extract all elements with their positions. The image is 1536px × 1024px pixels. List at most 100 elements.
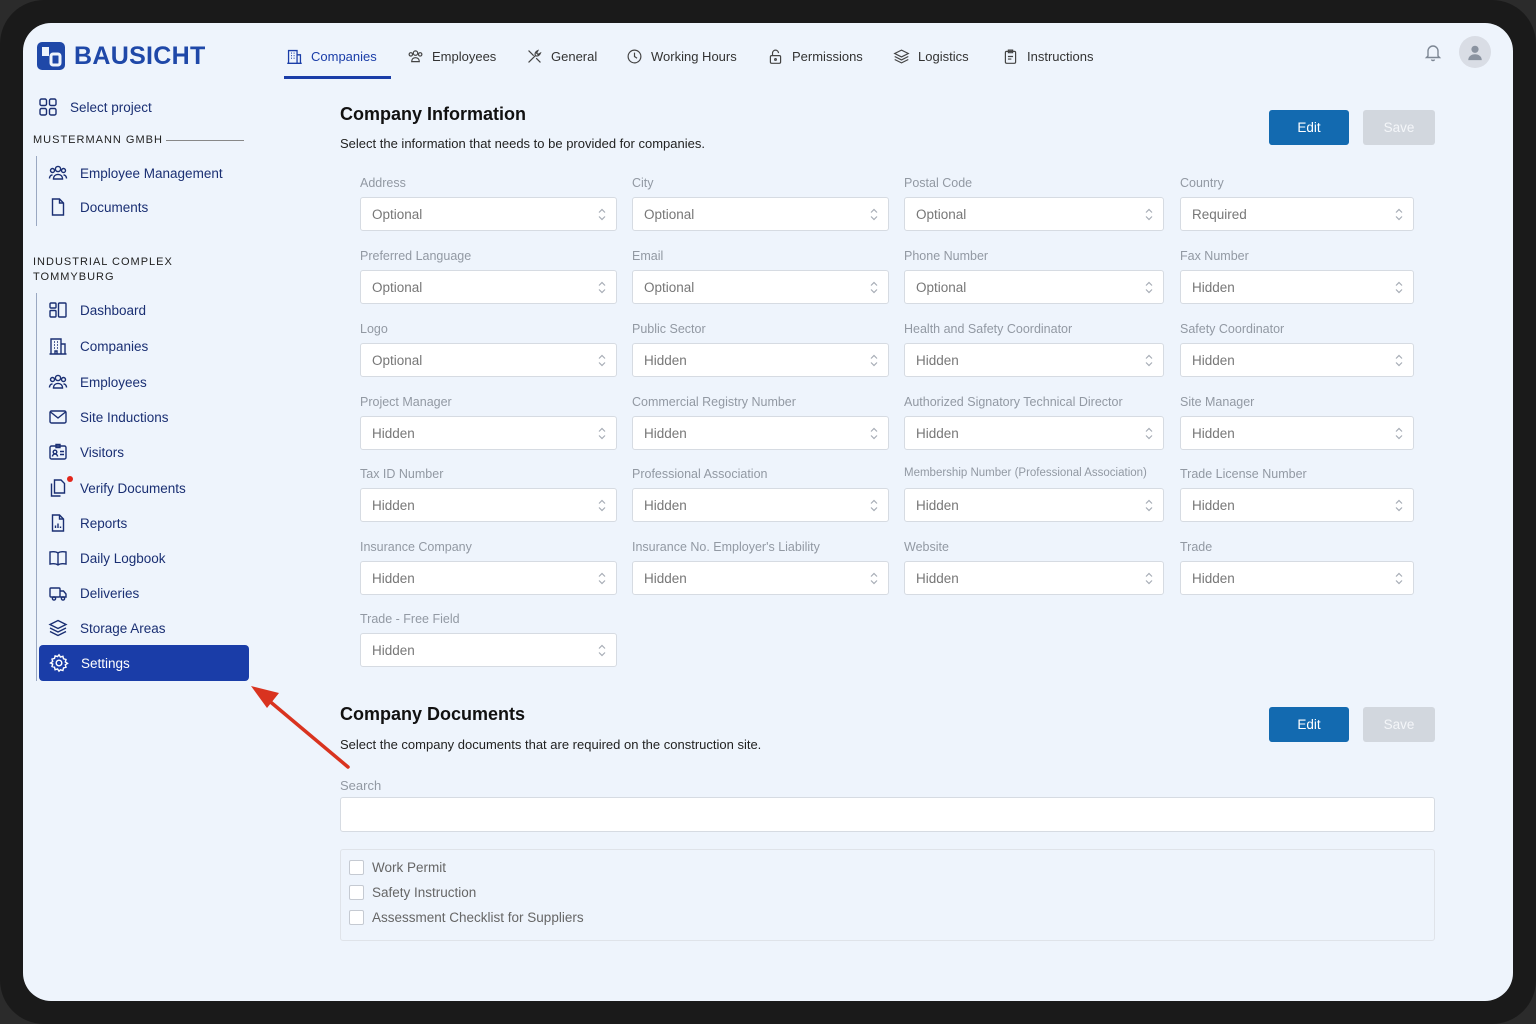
field-select-value: Optional [916, 206, 967, 222]
sidebar-item-documents[interactable]: Documents [48, 197, 148, 217]
tab-label: Permissions [792, 48, 863, 64]
chevron-up-down-icon [870, 281, 878, 294]
field-select[interactable]: Hidden [360, 633, 617, 667]
field-select-value: Hidden [372, 497, 415, 513]
company-info-description: Select the information that needs to be … [340, 136, 705, 151]
sidebar-item-settings[interactable]: Settings [39, 645, 249, 681]
sidebar-item-dashboard[interactable]: Dashboard [48, 300, 146, 320]
search-input[interactable] [340, 797, 1435, 832]
field-label: Trade - Free Field [360, 612, 460, 626]
tab-companies[interactable]: Companies [286, 45, 377, 67]
tab-working-hours[interactable]: Working Hours [626, 45, 737, 67]
checkbox[interactable] [349, 910, 364, 925]
section-label-project: INDUSTRIAL COMPLEX TOMMYBURG [33, 255, 173, 285]
sidebar-item-storage-areas[interactable]: Storage Areas [48, 618, 166, 638]
field-select[interactable]: Hidden [904, 561, 1164, 595]
tab-label: General [551, 48, 598, 64]
app-logo[interactable]: BAUSICHT [36, 41, 206, 71]
sidebar-item-employee-management[interactable]: Employee Management [48, 163, 223, 183]
notification-dot [67, 476, 73, 482]
field-select[interactable]: Hidden [632, 416, 889, 450]
company-docs-save-button[interactable]: Save [1363, 707, 1435, 742]
sidebar-item-label: Employee Management [80, 165, 223, 181]
field-select[interactable]: Hidden [1180, 343, 1414, 377]
field-select[interactable]: Hidden [1180, 416, 1414, 450]
field-select[interactable]: Hidden [360, 561, 617, 595]
bell-icon[interactable] [1423, 42, 1443, 62]
field-select[interactable]: Hidden [1180, 561, 1414, 595]
field-select[interactable]: Hidden [360, 416, 617, 450]
tab-permissions[interactable]: Permissions [767, 45, 863, 67]
field-select[interactable]: Hidden [1180, 488, 1414, 522]
company-docs-edit-button[interactable]: Edit [1269, 707, 1349, 742]
document-label: Work Permit [372, 860, 447, 875]
sidebar-item-site-inductions[interactable]: Site Inductions [48, 407, 169, 427]
clock-icon [627, 49, 642, 63]
field-select-value: Hidden [372, 642, 415, 658]
field-select[interactable]: Hidden [632, 561, 889, 595]
field-select-value: Hidden [1192, 279, 1235, 295]
field-select[interactable]: Optional [904, 197, 1164, 231]
select-project-link[interactable]: Select project [38, 97, 152, 117]
company-info-edit-button[interactable]: Edit [1269, 110, 1349, 145]
tab-logistics[interactable]: Logistics [893, 45, 969, 67]
sidebar-item-label: Companies [80, 338, 149, 354]
checkbox[interactable] [349, 885, 364, 900]
document-icon [51, 198, 65, 216]
chevron-up-down-icon [1395, 572, 1403, 585]
tab-label: Working Hours [651, 48, 737, 64]
field-select-value: Hidden [916, 497, 959, 513]
field-select-value: Hidden [1192, 497, 1235, 513]
field-select[interactable]: Hidden [904, 488, 1164, 522]
field-select[interactable]: Optional [360, 270, 617, 304]
field-select[interactable]: Optional [632, 197, 889, 231]
chevron-up-down-icon [1145, 572, 1153, 585]
field-select-value: Hidden [1192, 352, 1235, 368]
chevron-up-down-icon [1145, 499, 1153, 512]
field-select[interactable]: Optional [360, 197, 617, 231]
sidebar-item-label: Settings [81, 655, 130, 671]
building-icon [287, 49, 302, 64]
sidebar-item-employees[interactable]: Employees [48, 372, 147, 392]
active-tab-indicator [284, 76, 391, 79]
company-info-save-button[interactable]: Save [1363, 110, 1435, 145]
tree-line [36, 293, 37, 681]
checkbox[interactable] [349, 860, 364, 875]
tab-general[interactable]: General [526, 45, 597, 67]
document-label: Assessment Checklist for Suppliers [372, 910, 584, 925]
sidebar-item-reports[interactable]: Reports [48, 513, 127, 533]
tab-employees[interactable]: Employees [407, 45, 496, 67]
field-select-value: Hidden [916, 570, 959, 586]
field-select[interactable]: Hidden [632, 343, 889, 377]
tree-line [36, 156, 37, 226]
report-icon [51, 514, 65, 532]
sidebar-item-companies[interactable]: Companies [48, 336, 148, 356]
document-item-safety-instruction[interactable]: Safety Instruction [349, 885, 476, 900]
sidebar-item-deliveries[interactable]: Deliveries [48, 583, 139, 603]
chevron-up-down-icon [598, 354, 606, 367]
document-item-assessment-checklist[interactable]: Assessment Checklist for Suppliers [349, 910, 584, 925]
documents-icon [50, 479, 66, 497]
field-select[interactable]: Optional [360, 343, 617, 377]
sidebar-item-label: Verify Documents [80, 480, 186, 496]
document-item-work-permit[interactable]: Work Permit [349, 860, 446, 875]
field-select[interactable]: Hidden [904, 343, 1164, 377]
section-label-company: MUSTERMANN GMBH [33, 134, 163, 146]
sidebar-item-daily-logbook[interactable]: Daily Logbook [48, 548, 166, 568]
field-select[interactable]: Hidden [360, 488, 617, 522]
chevron-up-down-icon [1395, 354, 1403, 367]
field-label: Project Manager [360, 395, 452, 409]
field-select[interactable]: Hidden [632, 488, 889, 522]
field-label: Public Sector [632, 322, 706, 336]
avatar[interactable] [1459, 36, 1491, 68]
field-select[interactable]: Optional [904, 270, 1164, 304]
tab-instructions[interactable]: Instructions [1002, 45, 1093, 67]
field-select[interactable]: Optional [632, 270, 889, 304]
sidebar-item-label: Deliveries [80, 585, 140, 601]
field-select-value: Hidden [644, 425, 687, 441]
field-select[interactable]: Hidden [904, 416, 1164, 450]
sidebar-item-visitors[interactable]: Visitors [48, 442, 124, 462]
field-select[interactable]: Hidden [1180, 270, 1414, 304]
field-select[interactable]: Required [1180, 197, 1414, 231]
field-label: Trade License Number [1180, 467, 1307, 481]
